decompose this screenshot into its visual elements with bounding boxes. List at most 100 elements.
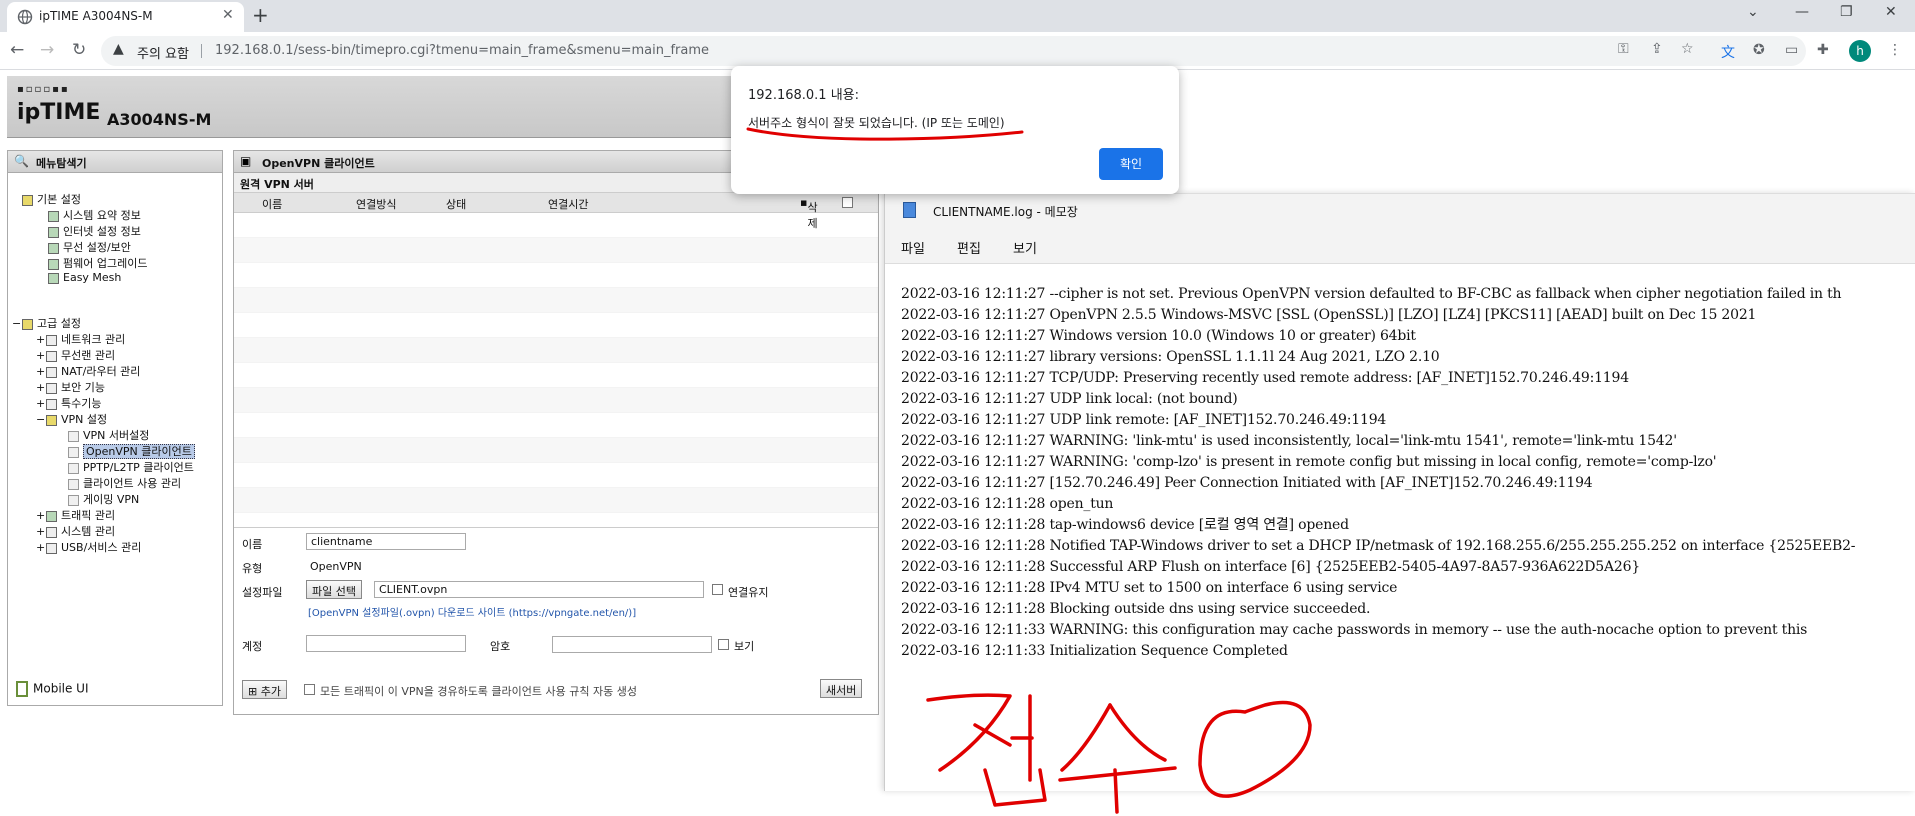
expand-icon[interactable]: + <box>36 397 46 410</box>
share-icon[interactable]: ⇪ <box>1651 41 1663 57</box>
menu-edit[interactable]: 편집 <box>957 238 981 257</box>
menu-item[interactable]: + 네트워크 관리 <box>36 331 125 347</box>
menu-item[interactable]: Easy Mesh <box>48 271 121 287</box>
menu-item-openvpn[interactable]: OpenVPN 클라이언트 <box>68 443 195 459</box>
menu-item[interactable]: + 특수기능 <box>36 395 101 411</box>
menu-item[interactable]: 펌웨어 업그레이드 <box>48 255 147 271</box>
key-icon[interactable]: ⚿ <box>1618 41 1629 57</box>
expand-icon[interactable]: + <box>36 381 46 394</box>
extension-icon[interactable]: ✪ <box>1753 42 1765 58</box>
menu-view[interactable]: 보기 <box>1013 238 1037 257</box>
menu-item[interactable]: + 시스템 관리 <box>36 523 115 539</box>
show-password-checkbox[interactable] <box>718 639 729 650</box>
reload-icon[interactable]: ↻ <box>72 40 86 60</box>
menu-item[interactable]: PPTP/L2TP 클라이언트 <box>68 459 194 475</box>
account-input[interactable] <box>306 635 466 652</box>
folder-icon <box>22 194 33 206</box>
password-input[interactable] <box>552 636 712 653</box>
menu-item[interactable]: + 보안 기능 <box>36 379 105 395</box>
warning-icon[interactable]: ▲ <box>113 41 124 57</box>
expand-icon[interactable]: + <box>36 509 46 522</box>
restore-icon[interactable]: ❐ <box>1840 4 1853 20</box>
collapse-icon[interactable]: − <box>12 317 22 330</box>
star-icon[interactable]: ☆ <box>1681 41 1694 57</box>
menu-item[interactable]: + NAT/라우터 관리 <box>36 363 140 379</box>
chevron-down-icon[interactable]: ⌄ <box>1747 4 1759 20</box>
divider <box>201 44 202 58</box>
close-icon[interactable]: ✕ <box>222 7 234 23</box>
expand-icon[interactable]: + <box>36 349 46 362</box>
browser-tab[interactable]: ipTIME A3004NS-M ✕ <box>7 2 244 32</box>
forward-icon[interactable]: → <box>40 40 54 60</box>
log-line: 2022-03-16 12:11:27 TCP/UDP: Preserving … <box>901 370 1629 386</box>
new-tab-button[interactable]: + <box>252 4 269 26</box>
notepad-icon <box>903 202 916 218</box>
column-name: 이름 <box>262 198 283 211</box>
add-button[interactable]: ⊞ 추가 <box>242 680 287 699</box>
keep-alive-checkbox[interactable] <box>712 584 723 595</box>
log-line: 2022-03-16 12:11:27 Windows version 10.0… <box>901 328 1416 344</box>
name-input[interactable]: clientname <box>306 533 466 550</box>
log-line: 2022-03-16 12:11:27 UDP link local: (not… <box>901 391 1238 407</box>
delete-button[interactable]: ▪ 삭제 <box>800 196 818 230</box>
wallet-icon[interactable]: ▭ <box>1785 42 1798 58</box>
log-line: 2022-03-16 12:11:27 WARNING: 'comp-lzo' … <box>901 454 1717 470</box>
log-line: 2022-03-16 12:11:28 tap-windows6 device … <box>901 517 1349 533</box>
collapse-icon[interactable]: − <box>36 413 46 426</box>
back-icon[interactable]: ← <box>10 40 24 60</box>
client-form: 이름 clientname 유형 OpenVPN 설정파일 파일 선택 CLIE… <box>234 527 878 714</box>
menu-item[interactable]: + USB/서비스 관리 <box>36 539 141 555</box>
log-line: 2022-03-16 12:11:27 UDP link remote: [AF… <box>901 412 1387 428</box>
table-row <box>234 263 878 288</box>
avatar[interactable]: h <box>1849 40 1871 62</box>
page-icon <box>48 258 59 270</box>
address-bar[interactable]: ▲ 주의 요함 192.168.0.1/sess-bin/timepro.cgi… <box>101 36 1806 66</box>
brand-logo: ipTIME <box>17 100 101 125</box>
puzzle-icon[interactable]: ✚ <box>1817 42 1829 58</box>
menu-navigator: 🔍 메뉴탐색기 기본 설정 시스템 요약 정보 인터넷 설정 정보 무선 설정/… <box>7 150 223 706</box>
menu-file[interactable]: 파일 <box>901 238 925 257</box>
menu-item-vpn[interactable]: − VPN 설정 <box>36 411 107 427</box>
menu-item[interactable]: 클라이언트 사용 관리 <box>68 475 181 491</box>
log-line: 2022-03-16 12:11:28 Successful ARP Flush… <box>901 559 1641 575</box>
table-row <box>234 363 878 388</box>
menu-item[interactable]: + 무선랜 관리 <box>36 347 115 363</box>
expand-icon[interactable]: + <box>36 525 46 538</box>
screen: ipTIME A3004NS-M ✕ + ⌄ — ❐ ✕ ← → ↻ ▲ 주의 … <box>0 0 1915 816</box>
menu-item[interactable]: VPN 서버설정 <box>68 427 149 443</box>
file-select-button[interactable]: 파일 선택 <box>306 580 362 599</box>
mobile-ui-link[interactable]: Mobile UI <box>16 681 89 697</box>
minimize-icon[interactable]: — <box>1795 4 1809 20</box>
expand-icon[interactable]: + <box>36 365 46 378</box>
window-close-icon[interactable]: ✕ <box>1885 4 1897 20</box>
expand-icon[interactable]: + <box>36 333 46 346</box>
new-server-button[interactable]: 새서버 <box>820 679 863 698</box>
auto-rule-checkbox[interactable] <box>304 684 315 695</box>
folder-icon <box>46 350 57 362</box>
file-input[interactable]: CLIENT.ovpn <box>374 581 704 598</box>
security-label[interactable]: 주의 요함 <box>137 43 189 62</box>
menu-item[interactable]: + 트래픽 관리 <box>36 507 115 523</box>
column-status: 상태 <box>446 198 467 211</box>
select-all-checkbox[interactable] <box>842 197 853 208</box>
menu-item[interactable]: 인터넷 설정 정보 <box>48 223 141 239</box>
menu-advanced[interactable]: − 고급 설정 <box>12 315 81 331</box>
download-link[interactable]: [OpenVPN 설정파일(.ovpn) 다운로드 사이트 (https://v… <box>308 604 636 619</box>
url-text[interactable]: 192.168.0.1/sess-bin/timepro.cgi?tmenu=m… <box>215 43 709 58</box>
more-icon[interactable]: ⋮ <box>1888 42 1902 58</box>
table-row <box>234 213 878 238</box>
translate-icon[interactable]: 文 <box>1721 42 1735 62</box>
expand-icon[interactable]: + <box>36 541 46 554</box>
menu-item[interactable]: 시스템 요약 정보 <box>48 207 141 223</box>
log-text[interactable]: 2022-03-16 12:11:27 --cipher is not set.… <box>901 284 1856 662</box>
notepad-menubar: 파일 편집 보기 <box>885 226 1915 264</box>
menu-item[interactable]: 무선 설정/보안 <box>48 239 131 255</box>
ok-button[interactable]: 확인 <box>1099 148 1163 180</box>
menu-item[interactable]: 게이밍 VPN <box>68 491 139 507</box>
column-method: 연결방식 <box>356 198 397 211</box>
menu-basic[interactable]: 기본 설정 <box>22 191 81 207</box>
page-icon <box>48 272 59 284</box>
browser-toolbar: ← → ↻ ▲ 주의 요함 192.168.0.1/sess-bin/timep… <box>0 32 1915 70</box>
table-row <box>234 238 878 263</box>
logo-mark: ▪▫▫▫▪▪ <box>17 84 70 95</box>
